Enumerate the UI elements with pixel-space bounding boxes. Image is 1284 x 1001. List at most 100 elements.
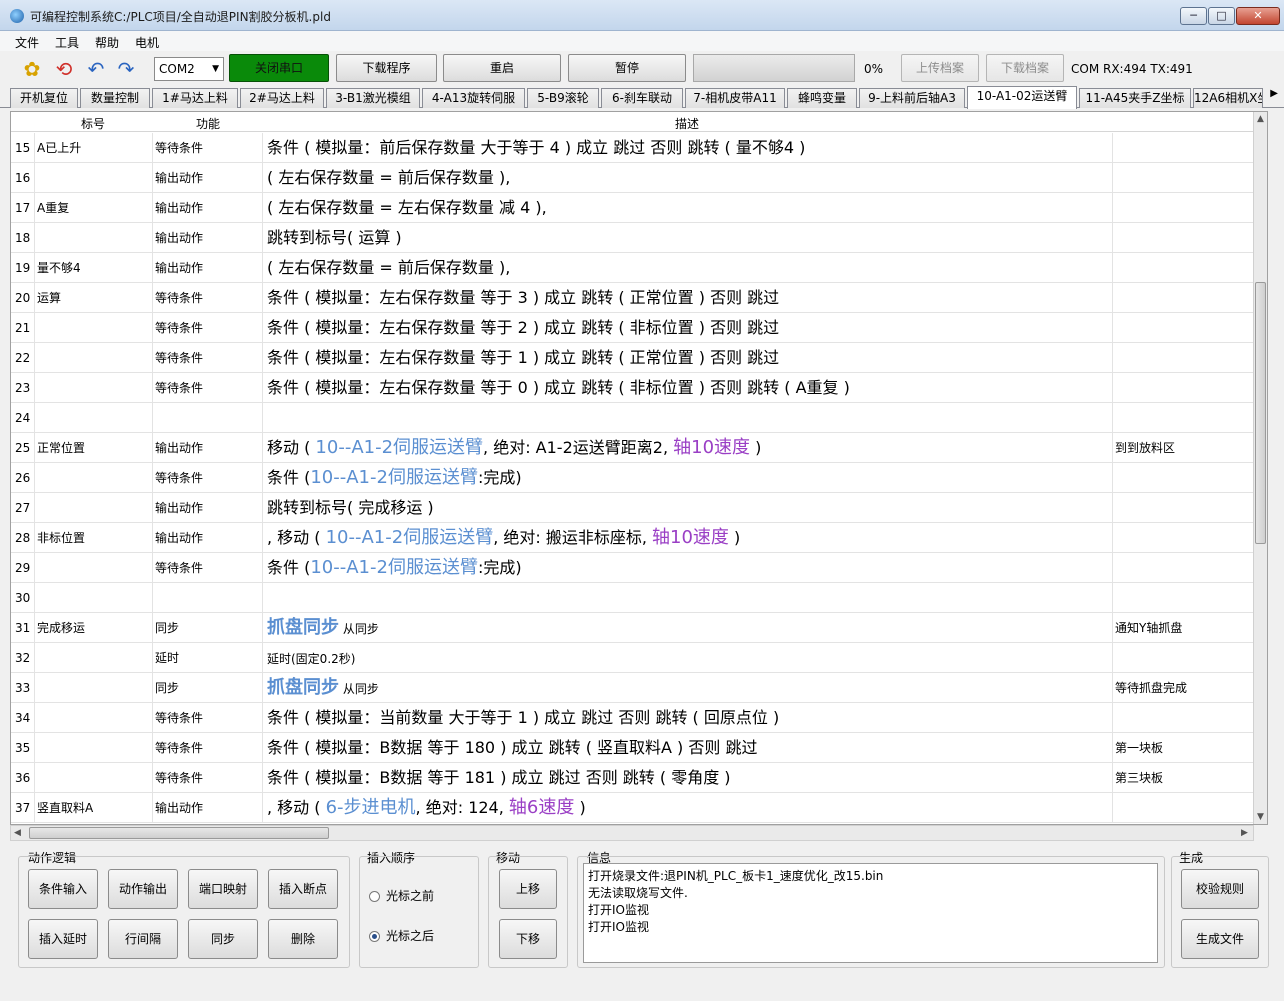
scroll-thumb[interactable] [1255, 282, 1266, 544]
row-note: 到到放料区 [1115, 441, 1176, 455]
row-label [35, 673, 153, 703]
table-row[interactable]: 30 [11, 583, 1255, 613]
row-number: 29 [11, 553, 35, 583]
delete-button[interactable]: 删除 [268, 919, 338, 959]
table-row[interactable]: 23 等待条件 条件 ( 模拟量：左右保存数量 等于 0 ) 成立 跳转 ( 非标位… [11, 373, 1255, 403]
tab-item[interactable]: 2#马达上料 [240, 88, 324, 108]
tab-item[interactable]: 7-相机皮带A11 [685, 88, 785, 108]
table-row[interactable]: 28 非标位置 输出动作, 移动 ( 10--A1-2伺服运送臂, 绝对: 搬运非标… [11, 523, 1255, 553]
close-button[interactable]: ✕ [1236, 7, 1280, 25]
description-segment: 跳转到标号( 完成移运 ) [267, 498, 434, 517]
maximize-button[interactable]: □ [1208, 7, 1235, 25]
tab-item[interactable]: 蜂鸣变量 [787, 88, 857, 108]
row-number: 24 [11, 403, 35, 433]
row-function [153, 403, 263, 433]
row-number: 19 [11, 253, 35, 283]
scroll-up-icon[interactable]: ▲ [1257, 114, 1264, 124]
table-row[interactable]: 15 A已上升 等待条件 条件 ( 模拟量：前后保存数量 大于等于 4 ) 成立 跳过… [11, 133, 1255, 163]
action-output-button[interactable]: 动作输出 [108, 869, 178, 909]
condition-input-button[interactable]: 条件输入 [28, 869, 98, 909]
port-mapping-button[interactable]: 端口映射 [188, 869, 258, 909]
tab-item[interactable]: 11-A45夹手Z坐标 [1079, 88, 1191, 108]
table-row[interactable]: 26 等待条件 条件 (10--A1-2伺服运送臂:完成) [11, 463, 1255, 493]
table-row[interactable]: 21 等待条件 条件 ( 模拟量：左右保存数量 等于 2 ) 成立 跳转 ( 非标位… [11, 313, 1255, 343]
tab-item[interactable]: 开机复位 [10, 88, 78, 108]
horizontal-scrollbar[interactable]: ◀ ▶ [10, 825, 1254, 841]
row-description: 条件 ( 模拟量：B数据 等于 181 ) 成立 跳过 否则 跳转 ( 零角度 … [263, 763, 1113, 793]
scroll-down-icon[interactable]: ▼ [1257, 812, 1264, 822]
table-row[interactable]: 16 输出动作( 左右保存数量 = 前后保存数量 ), [11, 163, 1255, 193]
close-port-button[interactable]: 关闭串口 [229, 54, 329, 82]
line-spacing-button[interactable]: 行间隔 [108, 919, 178, 959]
table-row[interactable]: 29 等待条件 条件 (10--A1-2伺服运送臂:完成) [11, 553, 1255, 583]
download-file-button[interactable]: 下载档案 [986, 54, 1064, 82]
vertical-scrollbar[interactable]: ▲ ▼ [1253, 112, 1267, 824]
menu-motor[interactable]: 电机 [135, 34, 159, 51]
table-row[interactable]: 31 完成移运 同步 抓盘同步 从同步 通知Y轴抓盘 [11, 613, 1255, 643]
tab-item[interactable]: 9-上料前后轴A3 [859, 88, 965, 108]
table-row[interactable]: 22 等待条件 条件 ( 模拟量：左右保存数量 等于 1 ) 成立 跳转 ( 正常位… [11, 343, 1255, 373]
scroll-left-icon[interactable]: ◀ [14, 828, 21, 838]
table-row[interactable]: 18 输出动作 跳转到标号( 运算 ) [11, 223, 1255, 253]
row-number: 34 [11, 703, 35, 733]
port-value: COM2 [159, 62, 195, 76]
move-up-button[interactable]: 上移 [499, 869, 557, 909]
table-row[interactable]: 33 同步 抓盘同步 从同步 等待抓盘完成 [11, 673, 1255, 703]
minimize-button[interactable]: ─ [1180, 7, 1207, 25]
download-program-button[interactable]: 下载程序 [336, 54, 437, 82]
table-row[interactable]: 25 正常位置 输出动作 移动 ( 10--A1-2伺服运送臂, 绝对: A1-2运送… [11, 433, 1255, 463]
tab-item[interactable]: 3-B1激光模组 [326, 88, 420, 108]
tab-item[interactable]: 6-刹车联动 [601, 88, 683, 108]
table-row[interactable]: 17 A重复 输出动作( 左右保存数量 = 左右保存数量 减 4 ), [11, 193, 1255, 223]
table-row[interactable]: 24 [11, 403, 1255, 433]
table-row[interactable]: 19 量不够4 输出动作( 左右保存数量 = 前后保存数量 ), [11, 253, 1255, 283]
table-row[interactable]: 35 等待条件 条件 ( 模拟量：B数据 等于 180 ) 成立 跳转 ( 竖直取料… [11, 733, 1255, 763]
table-row[interactable]: 32 延时 延时(固定0.2秒) [11, 643, 1255, 673]
hscroll-thumb[interactable] [29, 827, 329, 839]
row-note [1113, 343, 1255, 373]
table-row[interactable]: 27 输出动作 跳转到标号( 完成移运 ) [11, 493, 1255, 523]
header-func: 功能 [196, 117, 221, 131]
table-row[interactable]: 37 竖直取料A 输出动作, 移动 ( 6-步进电机, 绝对: 124, 轴6速度 … [11, 793, 1255, 823]
description-segment: 轴10速度 [673, 437, 751, 458]
tab-item[interactable]: 数量控制 [80, 88, 150, 108]
description-segment: 轴10速度 [652, 527, 729, 548]
table-row[interactable]: 20 运算 等待条件 条件 ( 模拟量：左右保存数量 等于 3 ) 成立 跳转 ( 正… [11, 283, 1255, 313]
sync-button[interactable]: 同步 [188, 919, 258, 959]
tab-item[interactable]: 4-A13旋转伺服 [422, 88, 525, 108]
insert-breakpoint-button[interactable]: 插入断点 [268, 869, 338, 909]
undo-icon[interactable]: ↶ [84, 57, 108, 81]
menu-tools[interactable]: 工具 [55, 34, 79, 51]
tab-item[interactable]: 12A6相机X坐 [1193, 88, 1263, 108]
tab-item[interactable]: 5-B9滚轮 [527, 88, 599, 108]
insert-after-radio[interactable]: 光标之后 [369, 927, 434, 944]
upload-file-button[interactable]: 上传档案 [901, 54, 979, 82]
move-down-button[interactable]: 下移 [499, 919, 557, 959]
grid-header: 标号 功能 描述 [11, 112, 1255, 132]
menu-file[interactable]: 文件 [15, 34, 39, 51]
row-description: 条件 ( 模拟量：左右保存数量 等于 3 ) 成立 跳转 ( 正常位置 ) 否则… [263, 283, 1113, 313]
row-description: 条件 (10--A1-2伺服运送臂:完成) [263, 553, 1113, 583]
row-number: 32 [11, 643, 35, 673]
info-log[interactable]: 打开烧录文件:退PIN机_PLC_板卡1_速度优化_改15.bin 无法读取烧写… [583, 863, 1158, 963]
table-row[interactable]: 34 等待条件 条件 ( 模拟量：当前数量 大于等于 1 ) 成立 跳过 否则 跳转… [11, 703, 1255, 733]
pause-button[interactable]: 暂停 [568, 54, 686, 82]
scroll-right-icon[interactable]: ▶ [1241, 828, 1248, 838]
check-rules-button[interactable]: 校验规则 [1181, 869, 1259, 909]
generate-file-button[interactable]: 生成文件 [1181, 919, 1259, 959]
port-select[interactable]: COM2 ▼ [154, 57, 224, 81]
menu-help[interactable]: 帮助 [95, 34, 119, 51]
restart-button[interactable]: 重启 [443, 54, 561, 82]
description-segment: 条件 ( 模拟量：B数据 等于 181 ) 成立 跳过 否则 跳转 ( 零角度 … [267, 768, 731, 787]
tab-scroll-right-icon[interactable]: ▶ [1270, 88, 1278, 99]
disconnect-icon[interactable]: ⟲ [52, 57, 76, 81]
table-row[interactable]: 36 等待条件 条件 ( 模拟量：B数据 等于 181 ) 成立 跳过 否则 跳转 … [11, 763, 1255, 793]
row-function: 输出动作 [153, 253, 263, 283]
insert-before-radio[interactable]: 光标之前 [369, 887, 434, 904]
tab-item-active[interactable]: 10-A1-02运送臂 [967, 86, 1077, 109]
tab-item[interactable]: 1#马达上料 [152, 88, 238, 108]
row-note: 通知Y轴抓盘 [1115, 621, 1183, 635]
insert-delay-button[interactable]: 插入延时 [28, 919, 98, 959]
redo-icon[interactable]: ↷ [114, 57, 138, 81]
connect-icon[interactable]: ✿ [20, 57, 44, 81]
